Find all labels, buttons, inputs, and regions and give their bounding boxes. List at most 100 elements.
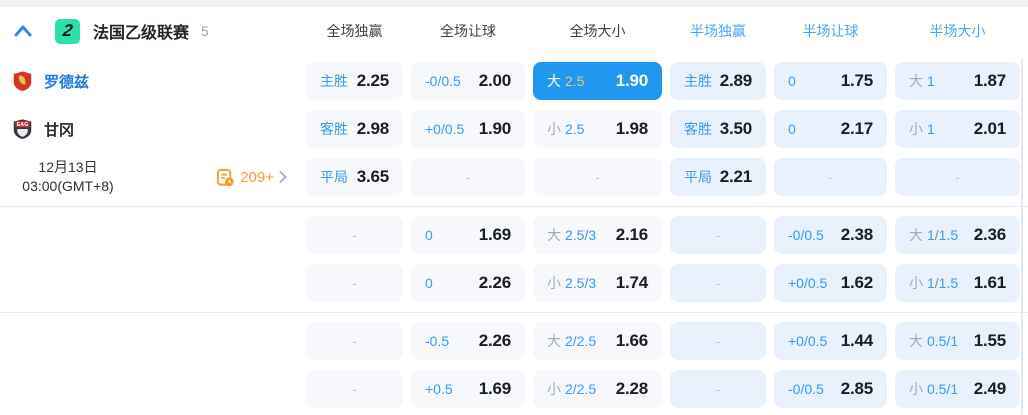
left-spacer [0,370,298,408]
odds-value: 1.62 [840,273,873,292]
odds-cell-empty: - [306,216,403,254]
odds-cell[interactable]: 小 1/1.5 1.61 [895,264,1020,302]
odds-label: +0/0.5 [788,275,828,291]
odds-cell[interactable]: 小 1 2.01 [895,110,1020,148]
handicap-line: 2.5 [565,73,585,89]
odds-cell[interactable]: 小 2.5 1.98 [533,110,662,148]
handicap-line: 2.5/3 [565,275,597,291]
match-time: 03:00(GMT+8) [22,178,114,194]
odds-label: 平局 [684,169,712,185]
league-match-count: 5 [201,23,209,39]
odds-value: 1.44 [840,331,873,350]
scrollbar[interactable] [1021,58,1023,415]
over-under-prefix: 大 [909,333,923,349]
odds-value: 2.25 [356,71,389,90]
handicap-line: 2/2.5 [565,381,597,397]
handicap-line: 2/2.5 [565,333,597,349]
odds-cell[interactable]: 客胜 2.98 [306,110,403,148]
league-header: 2 法国乙级联赛 5 全场独赢 全场让球 全场大小 半场独赢 半场让球 半场大小 [0,7,1028,55]
odds-value: 1.90 [615,71,648,90]
odds-group-2: -0 1.69 大 2.5/3 2.16- -0/0.5 2.38 大 1/1.5 2.36-0 2… [0,206,1028,312]
column-header-ht-over-under: 半场大小 [929,23,986,39]
match-meta-row: 12月13日 03:00(GMT+8) 209+ [0,158,298,196]
empty-odds-dash: - [828,169,833,185]
svg-text:EAG: EAG [17,122,28,128]
over-under-prefix: 小 [547,381,561,397]
odds-cell[interactable]: 0 2.26 [411,264,525,302]
odds-cell[interactable]: +0/0.5 1.62 [774,264,887,302]
odds-cell[interactable]: +0/0.5 1.44 [774,322,887,360]
odds-cell[interactable]: -0/0.5 2.00 [411,62,525,100]
column-header-ft-over-under: 全场大小 [569,23,626,39]
odds-cell[interactable]: 大 2/2.5 1.66 [533,322,662,360]
more-markets-link[interactable]: 209+ [216,168,288,187]
odds-label: 大 2.5/3 [547,225,596,245]
odds-cell[interactable]: 大 0.5/1 1.55 [895,322,1020,360]
odds-cell[interactable]: -0/0.5 2.85 [774,370,887,408]
handicap-line: 1 [927,73,935,89]
odds-label: 客胜 [684,121,712,137]
odds-cell[interactable]: 小 2/2.5 2.28 [533,370,662,408]
odds-cell-empty: - [533,158,662,196]
odds-cell[interactable]: +0.5 1.69 [411,370,525,408]
odds-label: 小 2.5 [547,119,584,139]
match-date: 12月13日 [38,158,98,175]
odds-value: 1.74 [615,273,648,292]
odds-cell[interactable]: 主胜 2.89 [670,62,766,100]
odds-row: 12月13日 03:00(GMT+8) 209+ 平局 3.65 - - 平局 2.21 - - [0,158,1028,196]
handicap-line: 0.5/1 [927,381,959,397]
odds-value: 2.00 [478,71,511,90]
odds-value: 1.69 [478,225,511,244]
odds-group-3: - -0.5 2.26 大 2/2.5 1.66- +0/0.5 1.44 大 0.5/1 1.55… [0,312,1028,415]
odds-cell[interactable]: 0 2.17 [774,110,887,148]
column-header-ht-handicap: 半场让球 [802,23,859,39]
odds-label: 大 0.5/1 [909,331,958,351]
over-under-prefix: 小 [909,275,923,291]
odds-cell[interactable]: 0 1.75 [774,62,887,100]
odds-groups: 罗德兹 主胜 2.25 -0/0.5 2.00 大 2.5 1.90 主胜 2.89 0 1.75 大 1… [0,55,1028,415]
odds-label: 小 1/1.5 [909,273,958,293]
odds-cell-selected[interactable]: 大 2.5 1.90 [533,62,662,100]
odds-label: 0 [788,121,796,137]
odds-label: 小1 [909,119,935,139]
odds-cell[interactable]: -0/0.5 2.38 [774,216,887,254]
odds-cell[interactable]: 主胜 2.25 [306,62,403,100]
odds-cell[interactable]: 大 1 1.87 [895,62,1020,100]
odds-value: 2.49 [973,379,1006,398]
odds-cell-empty: - [774,158,887,196]
chevron-right-icon [278,170,288,184]
odds-cell[interactable]: 大 1/1.5 2.36 [895,216,1020,254]
odds-value: 2.01 [973,119,1006,138]
odds-label: 客胜 [320,121,348,137]
over-under-prefix: 大 [547,333,561,349]
handicap-line: 1 [927,121,935,137]
odds-cell[interactable]: +0/0.5 1.90 [411,110,525,148]
odds-value: 2.26 [478,331,511,350]
odds-cell[interactable]: 小 0.5/1 2.49 [895,370,1020,408]
odds-cell[interactable]: 大 2.5/3 2.16 [533,216,662,254]
odds-label: +0/0.5 [788,333,828,349]
league-name[interactable]: 法国乙级联赛 [93,19,189,43]
odds-value: 3.65 [356,167,389,186]
odds-cell[interactable]: 客胜 3.50 [670,110,766,148]
odds-value: 2.36 [973,225,1006,244]
odds-cell[interactable]: 平局 3.65 [306,158,403,196]
odds-label: -0/0.5 [425,73,461,89]
odds-cell[interactable]: 小 2.5/3 1.74 [533,264,662,302]
odds-cell[interactable]: 0 1.69 [411,216,525,254]
odds-value: 2.21 [719,167,752,186]
odds-value: 3.50 [719,119,752,138]
odds-value: 2.85 [840,379,873,398]
odds-label: -0/0.5 [788,381,824,397]
odds-cell[interactable]: -0.5 2.26 [411,322,525,360]
team-row-home: 罗德兹 [0,62,298,100]
odds-value: 2.17 [840,119,873,138]
away-team-name[interactable]: 甘冈 [44,119,74,140]
odds-label: 0 [788,73,796,89]
collapse-chevron-up-icon[interactable] [13,23,33,39]
league-logo-icon: 2 [55,18,80,44]
odds-label: 0 [425,227,433,243]
home-team-name[interactable]: 罗德兹 [44,71,89,92]
empty-odds-dash: - [465,169,471,185]
odds-cell[interactable]: 平局 2.21 [670,158,766,196]
